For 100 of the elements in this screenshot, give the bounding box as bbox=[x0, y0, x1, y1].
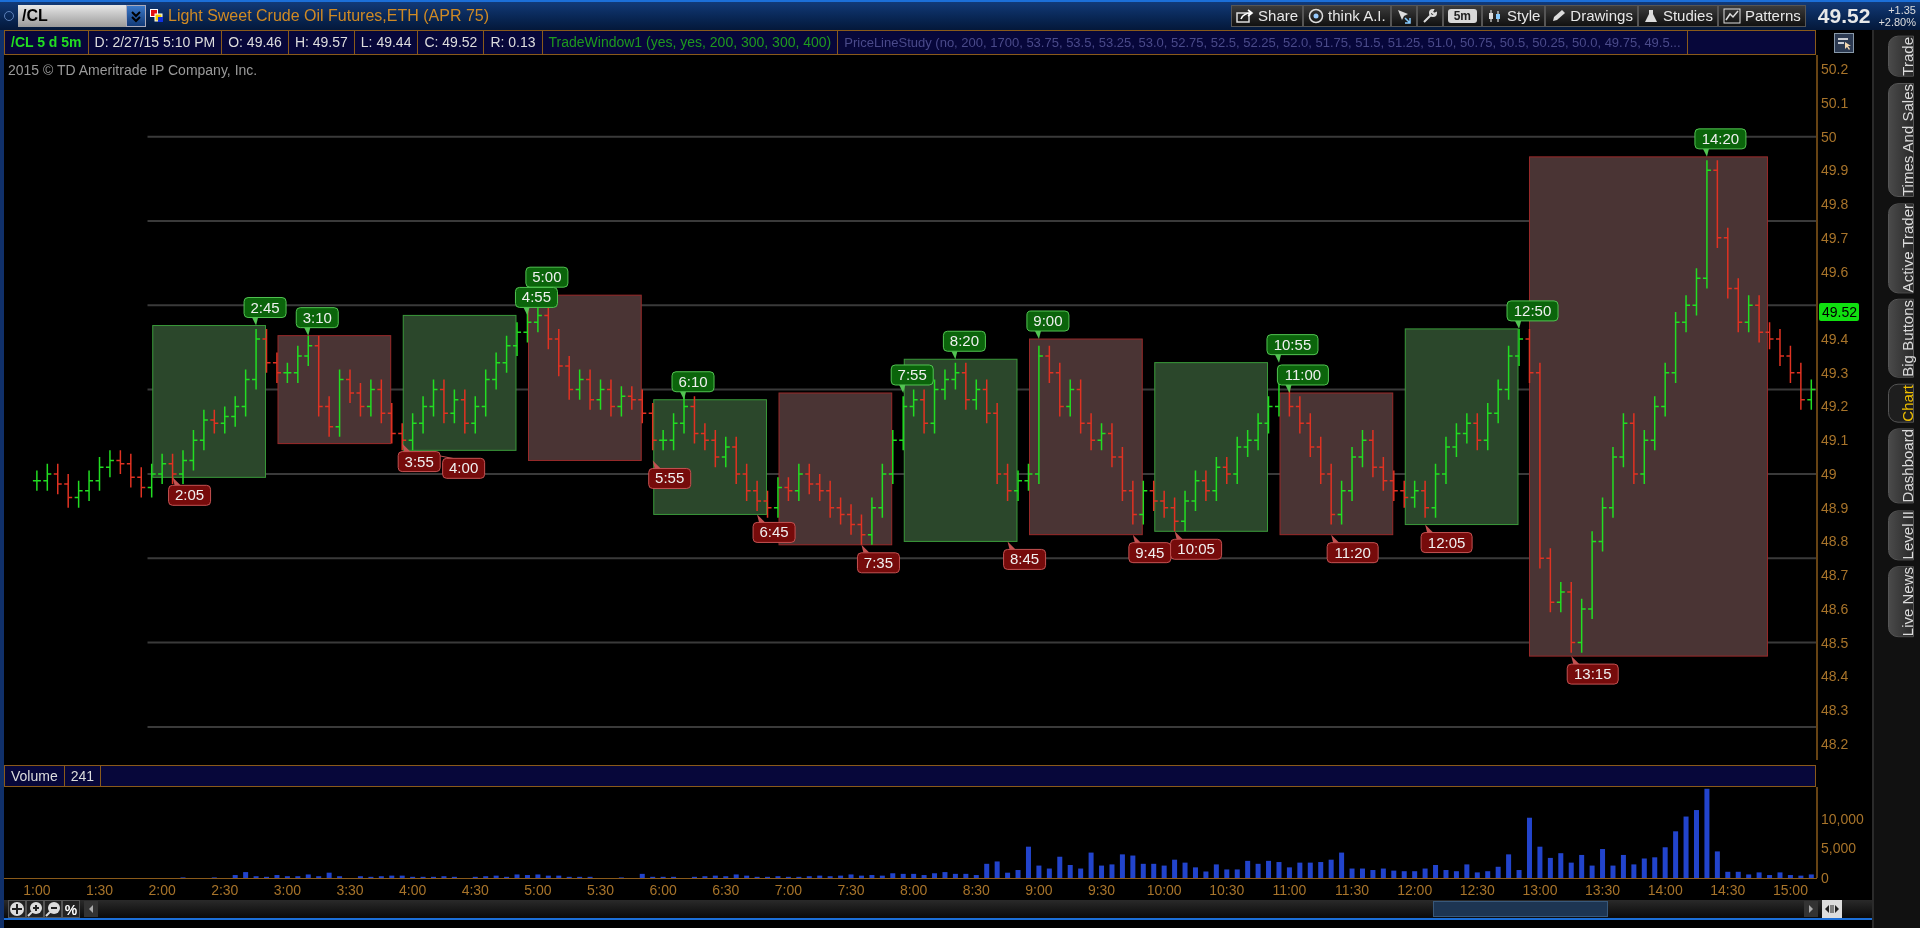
price-axis-label: 49.2 bbox=[1821, 398, 1849, 415]
time-axis-label: 6:00 bbox=[649, 882, 677, 898]
quote-value: D: 2/27/15 5:10 PM bbox=[88, 31, 223, 54]
side-tab[interactable]: Big Buttons bbox=[1888, 299, 1914, 378]
time-axis-label: 3:30 bbox=[336, 882, 364, 898]
time-callout: 11:00 bbox=[1276, 364, 1329, 393]
pencil-icon bbox=[1550, 8, 1567, 24]
time-axis-label: 14:30 bbox=[1710, 882, 1746, 898]
study-label: PriceLineStudy (no, 200, 1700, 53.75, 53.5, 53.25, 53.0, 52.75, 52.5, 52.25, 52.0, 51.75, 51.5, 51.25, 51.0, 50.75, 50.5, 50.25, 50.0, 49.75, 49.5... bbox=[838, 31, 1688, 54]
price-axis-label: 48.5 bbox=[1821, 634, 1849, 651]
net-change: +1.35 bbox=[1888, 4, 1916, 16]
time-axis-label: 13:00 bbox=[1522, 882, 1558, 898]
aggregation-button[interactable]: 5m bbox=[1442, 5, 1482, 27]
expand-icon bbox=[1824, 903, 1840, 915]
time-axis-label: 15:00 bbox=[1772, 882, 1808, 898]
think-ai-button[interactable]: think A.I. bbox=[1303, 5, 1391, 27]
time-axis-label: 4:00 bbox=[399, 882, 427, 898]
pan-icon bbox=[9, 901, 25, 917]
time-axis-label: 9:00 bbox=[1025, 882, 1053, 898]
last-price: 49.52 bbox=[1817, 3, 1871, 30]
price-axis-label: 48.8 bbox=[1821, 533, 1849, 550]
scroll-left-button[interactable] bbox=[84, 901, 98, 917]
study-label: TradeWindow1 (yes, yes, 200, 300, 300, 400) bbox=[542, 31, 839, 54]
percent-change: +2.80% bbox=[1878, 16, 1916, 28]
time-callout: 7:35 bbox=[856, 544, 900, 574]
side-tab[interactable]: Times And Sales bbox=[1888, 82, 1914, 197]
expand-button[interactable] bbox=[1822, 900, 1842, 918]
quote-value: O: 49.46 bbox=[222, 31, 289, 54]
side-tab[interactable]: Active Trader bbox=[1888, 202, 1914, 293]
candles-icon bbox=[1487, 8, 1503, 24]
chart-settings-icon[interactable] bbox=[1834, 32, 1854, 53]
wrench-button[interactable] bbox=[1416, 5, 1443, 27]
time-callout: 8:45 bbox=[1003, 541, 1047, 570]
cursor-tool-button[interactable] bbox=[1390, 5, 1417, 27]
price-axis-label: 48.4 bbox=[1821, 668, 1849, 685]
time-axis-label: 5:00 bbox=[524, 882, 552, 898]
time-axis-label: 8:00 bbox=[900, 882, 928, 898]
drawings-button[interactable]: Drawings bbox=[1545, 5, 1638, 27]
style-button[interactable]: Style bbox=[1482, 5, 1546, 27]
pan-button[interactable] bbox=[8, 900, 26, 918]
cursor-icon bbox=[1395, 8, 1412, 24]
symbol-field[interactable]: /CL bbox=[18, 5, 126, 27]
price-axis-label: 48.9 bbox=[1821, 499, 1849, 516]
zoom-out-button[interactable] bbox=[44, 900, 62, 918]
time-callout: 14:20 bbox=[1694, 128, 1747, 157]
quote-value: R: 0.13 bbox=[484, 31, 543, 54]
last-price-tag: 49.52 bbox=[1819, 303, 1859, 322]
time-axis-label: 5:30 bbox=[586, 882, 615, 898]
copyright-text: 2015 © TD Ameritrade IP Company, Inc. bbox=[8, 62, 258, 78]
patterns-button[interactable]: Patterns bbox=[1717, 5, 1806, 27]
time-axis-label: 11:30 bbox=[1335, 882, 1370, 898]
right-arrow-icon bbox=[1807, 904, 1815, 914]
double-chevron-icon bbox=[130, 9, 142, 23]
zoom-in-button[interactable] bbox=[26, 900, 44, 918]
time-callout: 8:20 bbox=[942, 330, 986, 360]
percent-button[interactable]: % bbox=[62, 900, 80, 918]
time-axis-label: 9:30 bbox=[1087, 882, 1116, 898]
wrench-icon bbox=[1421, 8, 1438, 24]
price-axis-label: 50.1 bbox=[1821, 94, 1849, 111]
time-callout: 9:45 bbox=[1128, 534, 1172, 564]
time-axis-label: 6:30 bbox=[712, 882, 740, 898]
time-callout: 7:55 bbox=[890, 364, 934, 393]
symbol-dropdown-button[interactable] bbox=[126, 5, 146, 27]
zoom-out-icon bbox=[45, 901, 61, 917]
side-tab[interactable]: Chart bbox=[1888, 383, 1914, 423]
time-axis-label: 7:00 bbox=[774, 882, 802, 898]
side-tab[interactable]: Live News bbox=[1888, 566, 1914, 638]
quote-value: C: 49.52 bbox=[418, 31, 485, 54]
price-axis-label: 49.9 bbox=[1821, 162, 1849, 179]
price-axis-label: 48.7 bbox=[1821, 567, 1849, 584]
flask-icon bbox=[1642, 8, 1659, 24]
time-callout: 2:45 bbox=[243, 297, 287, 326]
side-tab[interactable]: Trade bbox=[1888, 36, 1914, 77]
time-axis-label: 1:00 bbox=[23, 882, 51, 898]
time-axis-label: 2:00 bbox=[148, 882, 176, 898]
price-axis-label: 48.3 bbox=[1821, 702, 1849, 719]
side-tab[interactable]: Level II bbox=[1888, 509, 1914, 561]
eye-icon bbox=[1308, 8, 1325, 24]
side-tab[interactable]: Dashboard bbox=[1888, 428, 1914, 504]
time-callout: 10:55 bbox=[1266, 334, 1319, 363]
time-axis-label: 1:30 bbox=[85, 882, 114, 898]
left-arrow-icon bbox=[87, 904, 95, 914]
time-callout: 6:45 bbox=[752, 514, 796, 543]
time-callout: 13:15 bbox=[1566, 656, 1619, 685]
time-axis-label: 10:30 bbox=[1209, 882, 1245, 898]
price-axis-label: 48.2 bbox=[1821, 735, 1849, 752]
link-squares-icon[interactable] bbox=[150, 9, 164, 23]
price-axis-label: 49.4 bbox=[1821, 331, 1849, 347]
time-callout: 11:20 bbox=[1326, 534, 1379, 564]
time-callout: 5:55 bbox=[648, 460, 692, 489]
scroll-right-button[interactable] bbox=[1804, 901, 1818, 917]
time-callout: 6:10 bbox=[671, 371, 715, 400]
time-axis-label: 10:00 bbox=[1146, 882, 1182, 898]
studies-button[interactable]: Studies bbox=[1637, 5, 1718, 27]
symbol-period-label: /CL 5 d 5m bbox=[5, 31, 89, 54]
share-button[interactable]: Share bbox=[1231, 5, 1304, 27]
price-axis-label: 50.2 bbox=[1821, 61, 1849, 78]
time-axis-label: 13:30 bbox=[1585, 882, 1621, 898]
time-axis-label: 12:00 bbox=[1397, 882, 1433, 898]
scrollbar-thumb[interactable] bbox=[1433, 901, 1608, 917]
